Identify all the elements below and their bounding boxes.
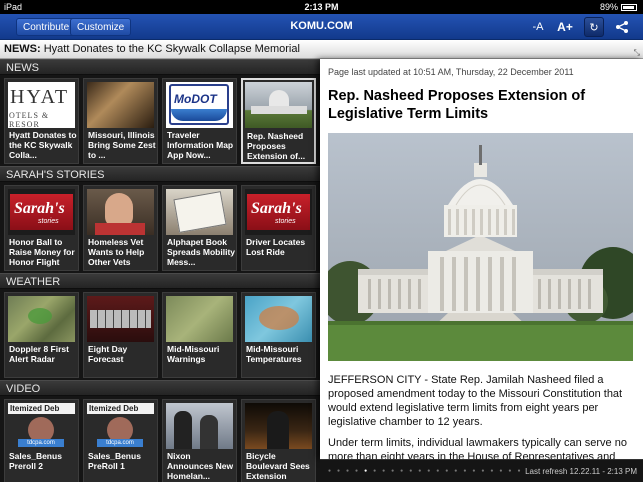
story-caption: Mid-Missouri Warnings [167,344,220,364]
story-tile-selected[interactable]: Rep. Nasheed Proposes Extension of... [241,78,316,164]
story-tile[interactable]: Missouri, Illinois Bring Some Zest to ..… [83,78,158,164]
story-tile[interactable]: Doppler 8 First Alert Radar [4,292,79,378]
video-row: Itemized Deb tdcpa.com Sales_Benus Prero… [0,396,320,482]
story-tile[interactable]: Alphapet Book Spreads Mobility Mess... [162,185,237,271]
weather-row: Doppler 8 First Alert Radar Eight Day Fo… [0,289,320,380]
story-thumbnail [87,189,154,235]
video-thumbnail: Itemized Deb tdcpa.com [87,403,154,449]
story-caption: Traveler Information Map App Now... [167,130,234,160]
section-header-video: VIDEO [0,380,320,396]
story-caption: Honor Ball to Raise Money for Honor Flig… [9,237,75,267]
story-caption: Missouri, Illinois Bring Some Zest to ..… [88,130,156,160]
font-larger-button[interactable]: A+ [554,17,576,37]
video-thumbnail [245,403,312,449]
story-tile[interactable]: Sarah's stories Honor Ball to Raise Mone… [4,185,79,271]
story-caption: Alphapet Book Spreads Mobility Mess... [167,237,236,267]
article-paragraph: Under term limits, individual lawmakers … [328,437,627,459]
section-header-weather: WEATHER [0,273,320,289]
capitol-photo [328,133,633,361]
story-thumbnail: Sarah's stories [245,189,312,235]
story-browser: NEWS HYAT OTELS & RESOR Hyatt Donates to… [0,59,320,482]
page-dots[interactable]: ●●●●●●●●●●●●●●●●●●●●●● [328,468,526,474]
video-caption: Sales_Benus PreRoll 1 [88,451,141,471]
share-icon [616,21,628,33]
story-caption: Homeless Vet Wants to Help Other Vets [88,237,145,267]
video-tile[interactable]: Itemized Deb tdcpa.com Sales_Benus PreRo… [83,399,158,482]
story-tile[interactable]: MoDOT Traveler Information Map App Now..… [162,78,237,164]
battery-percent: 89% [599,2,618,12]
story-caption: Eight Day Forecast [88,344,128,364]
article-image[interactable] [328,133,633,361]
video-tile[interactable]: Itemized Deb tdcpa.com Sales_Benus Prero… [4,399,79,482]
sarahs-stories-row: Sarah's stories Honor Ball to Raise Mone… [0,182,320,273]
section-header-news: NEWS [0,59,320,75]
story-thumbnail [166,189,233,235]
story-thumbnail: HYAT OTELS & RESOR [8,82,75,128]
battery-icon [621,4,637,11]
story-tile[interactable]: Mid-Missouri Warnings [162,292,237,378]
video-caption: Sales_Benus Preroll 2 [9,451,62,471]
story-thumbnail: MoDOT [166,82,233,128]
article-title: Rep. Nasheed Proposes Extension of Legis… [328,88,586,122]
refresh-button[interactable]: ↻ [584,17,604,37]
ticker-label: NEWS: [4,43,41,55]
story-thumbnail [166,296,233,342]
news-ticker[interactable]: NEWS: Hyatt Donates to the KC Skywalk Co… [0,40,643,59]
video-caption: Bicycle Boulevard Sees Extension [246,451,310,481]
news-row: HYAT OTELS & RESOR Hyatt Donates to the … [0,75,320,166]
ticker-headline: Hyatt Donates to the KC Skywalk Collapse… [43,43,300,55]
video-thumbnail: Itemized Deb tdcpa.com [8,403,75,449]
video-tile[interactable]: Nixon Announces New Homelan... [162,399,237,482]
video-caption: Nixon Announces New Homelan... [167,451,234,481]
clock: 2:13 PM [304,2,339,12]
current-page-dot: ● [364,468,374,474]
story-caption: Driver Locates Lost Ride [246,237,306,257]
last-updated: Page last updated at 10:51 AM, Thursday,… [328,67,574,77]
story-thumbnail [87,296,154,342]
story-tile[interactable]: HYAT OTELS & RESOR Hyatt Donates to the … [4,78,79,164]
video-thumbnail [166,403,233,449]
article-paragraph: JEFFERSON CITY - State Rep. Jamilah Nash… [328,374,623,428]
story-thumbnail: Sarah's stories [8,189,75,235]
story-caption: Hyatt Donates to the KC Skywalk Colla... [9,130,77,160]
last-refresh-label: Last refresh 12.22.11 - 2:13 PM [525,467,637,476]
story-thumbnail [87,82,154,128]
section-header-sarahs-stories: SARAH'S STORIES [0,166,320,182]
share-button[interactable] [612,17,632,37]
page-indicator-bar: ●●●●●●●●●●●●●●●●●●●●●● Last refresh 12.2… [320,459,643,482]
video-tile[interactable]: Bicycle Boulevard Sees Extension [241,399,316,482]
story-tile[interactable]: Eight Day Forecast [83,292,158,378]
refresh-icon: ↻ [589,22,599,34]
article-panel[interactable]: Page last updated at 10:51 AM, Thursday,… [320,59,643,459]
story-caption: Mid-Missouri Temperatures [246,344,302,364]
status-bar: iPad 2:13 PM 89% [0,0,643,14]
battery-indicator: 89% [600,2,637,12]
story-thumbnail [245,82,312,128]
story-caption: Rep. Nasheed Proposes Extension of... [247,131,306,161]
story-thumbnail [245,296,312,342]
story-caption: Doppler 8 First Alert Radar [9,344,69,364]
navigation-bar: Contribute Customize KOMU.COM -A A+ ↻ [0,14,643,40]
story-tile[interactable]: Homeless Vet Wants to Help Other Vets [83,185,158,271]
story-thumbnail [8,296,75,342]
story-tile[interactable]: Sarah's stories Driver Locates Lost Ride [241,185,316,271]
article-body: JEFFERSON CITY - State Rep. Jamilah Nash… [328,373,633,459]
story-tile[interactable]: Mid-Missouri Temperatures [241,292,316,378]
font-smaller-button[interactable]: -A [528,17,548,37]
